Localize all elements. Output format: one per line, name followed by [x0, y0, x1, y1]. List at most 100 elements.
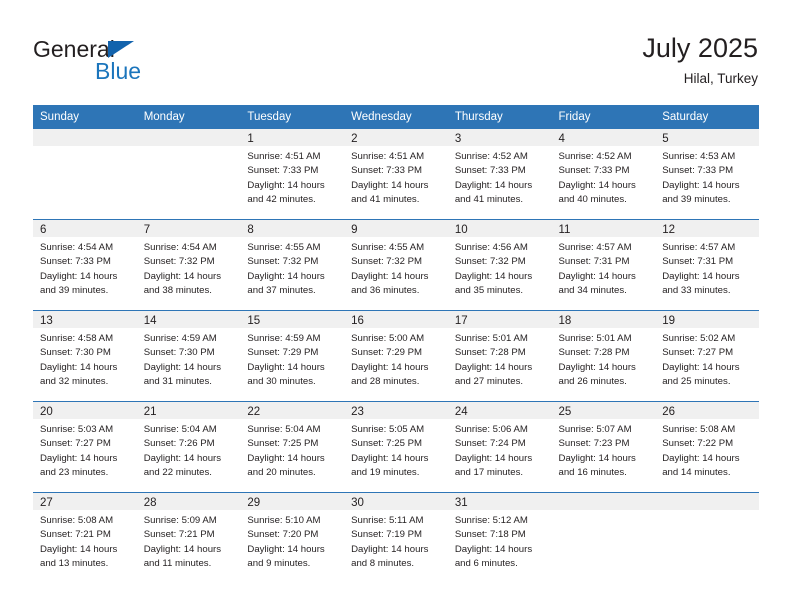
day-info: Sunrise: 5:07 AM Sunset: 7:23 PM Daylight:… [552, 419, 656, 481]
calendar-day-cell[interactable]: 30 Sunrise: 5:11 AM Sunset: 7:19 PM Dayligh… [344, 492, 448, 583]
calendar-day-cell[interactable]: 11 Sunrise: 4:57 AM Sunset: 7:31 PM Dayligh… [551, 219, 656, 311]
day-info: Sunrise: 5:02 AM Sunset: 7:27 PM Daylight:… [655, 328, 759, 390]
daylight-text-line2: and 26 minutes. [558, 376, 627, 388]
daylight-text-line1: Daylight: 14 hours [454, 452, 533, 464]
calendar-day-cell[interactable]: 21 Sunrise: 5:04 AM Sunset: 7:26 PM Dayligh… [136, 401, 241, 493]
daylight-text-line1: Daylight: 14 hours [247, 179, 325, 191]
calendar-day-cell[interactable]: 20 Sunrise: 5:03 AM Sunset: 7:27 PM Dayligh… [33, 401, 137, 493]
calendar-day-cell[interactable]: 15 Sunrise: 4:59 AM Sunset: 7:29 PM Dayligh… [240, 310, 345, 402]
day-info: Sunrise: 5:05 AM Sunset: 7:25 PM Daylight:… [344, 419, 448, 481]
calendar-day-cell[interactable]: 17 Sunrise: 5:01 AM Sunset: 7:28 PM Dayligh… [447, 310, 552, 402]
calendar-day-cell[interactable]: 22 Sunrise: 5:04 AM Sunset: 7:25 PM Dayligh… [240, 401, 345, 493]
day-info: Sunrise: 4:57 AM Sunset: 7:31 PM Daylight:… [552, 237, 656, 299]
sunset-text: Sunset: 7:27 PM [662, 347, 734, 359]
day-number: 24 [447, 402, 552, 419]
calendar-day-cell[interactable]: 26 Sunrise: 5:08 AM Sunset: 7:22 PM Dayligh… [655, 401, 759, 493]
calendar-day-cell[interactable]: 5 Sunrise: 4:53 AM Sunset: 7:33 PM Daylight… [655, 129, 759, 220]
day-cell-inner: 9 Sunrise: 4:55 AM Sunset: 7:32 PM Daylight… [344, 220, 448, 310]
day-header-friday: Friday [551, 105, 656, 129]
calendar-day-cell[interactable]: 24 Sunrise: 5:06 AM Sunset: 7:24 PM Dayligh… [447, 401, 552, 493]
day-info: Sunrise: 5:00 AM Sunset: 7:29 PM Daylight:… [344, 328, 448, 390]
day-number [33, 129, 137, 146]
daylight-text-line2: and 25 minutes. [662, 376, 731, 388]
calendar-day-cell[interactable]: 3 Sunrise: 4:52 AM Sunset: 7:33 PM Daylight… [447, 129, 552, 220]
day-number: 25 [551, 402, 656, 419]
sunset-text: Sunset: 7:31 PM [558, 256, 630, 268]
calendar-day-cell[interactable]: 7 Sunrise: 4:54 AM Sunset: 7:32 PM Daylight… [136, 219, 241, 311]
sunset-text: Sunset: 7:32 PM [143, 256, 215, 268]
day-number: 5 [655, 129, 759, 146]
sunset-text: Sunset: 7:32 PM [247, 256, 319, 268]
calendar-day-cell[interactable]: 1 Sunrise: 4:51 AM Sunset: 7:33 PM Daylight… [240, 129, 345, 220]
sunset-text: Sunset: 7:21 PM [40, 529, 111, 541]
day-cell-inner: 31 Sunrise: 5:12 AM Sunset: 7:18 PM Dayligh… [447, 493, 552, 583]
title-block: July 2025 Hilal, Turkey [642, 32, 758, 88]
day-cell-inner: 4 Sunrise: 4:52 AM Sunset: 7:33 PM Daylight… [551, 129, 656, 219]
daylight-text-line1: Daylight: 14 hours [40, 452, 118, 464]
daylight-text-line1: Daylight: 14 hours [143, 270, 222, 282]
daylight-text-line1: Daylight: 14 hours [351, 543, 429, 555]
sunrise-text: Sunrise: 5:00 AM [351, 333, 425, 344]
daylight-text-line2: and 31 minutes. [143, 376, 212, 388]
day-info: Sunrise: 4:51 AM Sunset: 7:33 PM Daylight:… [240, 146, 344, 208]
calendar-day-cell[interactable]: 27 Sunrise: 5:08 AM Sunset: 7:21 PM Dayligh… [33, 492, 137, 583]
calendar-day-cell[interactable]: 23 Sunrise: 5:05 AM Sunset: 7:25 PM Dayligh… [344, 401, 448, 493]
sunset-text: Sunset: 7:23 PM [558, 438, 630, 450]
calendar-day-cell[interactable]: 18 Sunrise: 5:01 AM Sunset: 7:28 PM Dayligh… [551, 310, 656, 402]
day-cell-inner: 11 Sunrise: 4:57 AM Sunset: 7:31 PM Dayligh… [551, 220, 656, 310]
calendar-day-cell[interactable]: 31 Sunrise: 5:12 AM Sunset: 7:18 PM Dayligh… [447, 492, 552, 583]
day-number: 23 [344, 402, 448, 419]
calendar-day-cell[interactable]: 25 Sunrise: 5:07 AM Sunset: 7:23 PM Dayligh… [551, 401, 656, 493]
day-cell-inner: 10 Sunrise: 4:56 AM Sunset: 7:32 PM Dayligh… [447, 220, 552, 310]
calendar-day-cell[interactable]: 13 Sunrise: 4:58 AM Sunset: 7:30 PM Dayligh… [33, 310, 137, 402]
sunset-text: Sunset: 7:28 PM [558, 347, 630, 359]
calendar-week-row: 1 Sunrise: 4:51 AM Sunset: 7:33 PM Daylight… [33, 129, 759, 220]
calendar-day-cell[interactable]: 16 Sunrise: 5:00 AM Sunset: 7:29 PM Dayligh… [344, 310, 448, 402]
calendar-day-cell[interactable]: 6 Sunrise: 4:54 AM Sunset: 7:33 PM Daylight… [33, 219, 137, 311]
calendar-day-cell[interactable]: 8 Sunrise: 4:55 AM Sunset: 7:32 PM Daylight… [240, 219, 345, 311]
logo-text-blue: Blue [95, 58, 142, 84]
calendar-day-cell[interactable]: 4 Sunrise: 4:52 AM Sunset: 7:33 PM Daylight… [551, 129, 656, 220]
day-cell-inner [655, 493, 759, 583]
sunset-text: Sunset: 7:30 PM [143, 347, 215, 359]
day-info: Sunrise: 5:10 AM Sunset: 7:20 PM Daylight:… [240, 510, 344, 572]
day-info: Sunrise: 4:59 AM Sunset: 7:30 PM Daylight:… [137, 328, 241, 390]
day-header-tuesday: Tuesday [240, 105, 345, 129]
sunset-text: Sunset: 7:21 PM [143, 529, 215, 541]
daylight-text-line1: Daylight: 14 hours [454, 270, 533, 282]
daylight-text-line2: and 37 minutes. [247, 285, 316, 297]
day-info: Sunrise: 4:56 AM Sunset: 7:32 PM Daylight:… [448, 237, 552, 299]
daylight-text-line2: and 42 minutes. [247, 194, 316, 206]
sunrise-text: Sunrise: 4:51 AM [247, 151, 321, 162]
day-cell-inner: 1 Sunrise: 4:51 AM Sunset: 7:33 PM Daylight… [240, 129, 345, 219]
calendar-day-cell[interactable]: 10 Sunrise: 4:56 AM Sunset: 7:32 PM Dayligh… [447, 219, 552, 311]
calendar-day-cell[interactable]: 9 Sunrise: 4:55 AM Sunset: 7:32 PM Daylight… [344, 219, 448, 311]
daylight-text-line2: and 6 minutes. [454, 558, 518, 570]
day-info: Sunrise: 4:57 AM Sunset: 7:31 PM Daylight:… [655, 237, 759, 299]
calendar-day-cell[interactable]: 2 Sunrise: 4:51 AM Sunset: 7:33 PM Daylight… [344, 129, 448, 220]
calendar-day-cell [655, 492, 759, 583]
day-number: 12 [655, 220, 759, 237]
calendar-day-cell[interactable]: 29 Sunrise: 5:10 AM Sunset: 7:20 PM Dayligh… [240, 492, 345, 583]
day-cell-inner: 3 Sunrise: 4:52 AM Sunset: 7:33 PM Daylight… [447, 129, 552, 219]
day-cell-inner: 16 Sunrise: 5:00 AM Sunset: 7:29 PM Dayligh… [344, 311, 448, 401]
day-cell-inner: 12 Sunrise: 4:57 AM Sunset: 7:31 PM Dayligh… [655, 220, 759, 310]
daylight-text-line1: Daylight: 14 hours [662, 270, 740, 282]
sunrise-text: Sunrise: 4:59 AM [247, 333, 321, 344]
sunrise-text: Sunrise: 4:57 AM [662, 242, 736, 253]
daylight-text-line2: and 30 minutes. [247, 376, 316, 388]
day-number: 9 [344, 220, 448, 237]
day-cell-inner: 30 Sunrise: 5:11 AM Sunset: 7:19 PM Dayligh… [344, 493, 448, 583]
calendar-day-cell[interactable]: 12 Sunrise: 4:57 AM Sunset: 7:31 PM Dayligh… [655, 219, 759, 311]
calendar-day-cell[interactable]: 28 Sunrise: 5:09 AM Sunset: 7:21 PM Dayligh… [136, 492, 241, 583]
day-cell-inner: 28 Sunrise: 5:09 AM Sunset: 7:21 PM Dayligh… [136, 493, 241, 583]
day-cell-inner: 27 Sunrise: 5:08 AM Sunset: 7:21 PM Dayligh… [33, 493, 137, 583]
day-of-week-header-row: Sunday Monday Tuesday Wednesday Thursday… [33, 105, 759, 129]
calendar-day-cell[interactable]: 14 Sunrise: 4:59 AM Sunset: 7:30 PM Dayligh… [136, 310, 241, 402]
sunset-text: Sunset: 7:32 PM [351, 256, 423, 268]
sunset-text: Sunset: 7:27 PM [40, 438, 111, 450]
daylight-text-line2: and 35 minutes. [454, 285, 524, 297]
daylight-text-line1: Daylight: 14 hours [143, 361, 222, 373]
sunset-text: Sunset: 7:28 PM [454, 347, 526, 359]
calendar-day-cell[interactable]: 19 Sunrise: 5:02 AM Sunset: 7:27 PM Dayligh… [655, 310, 759, 402]
